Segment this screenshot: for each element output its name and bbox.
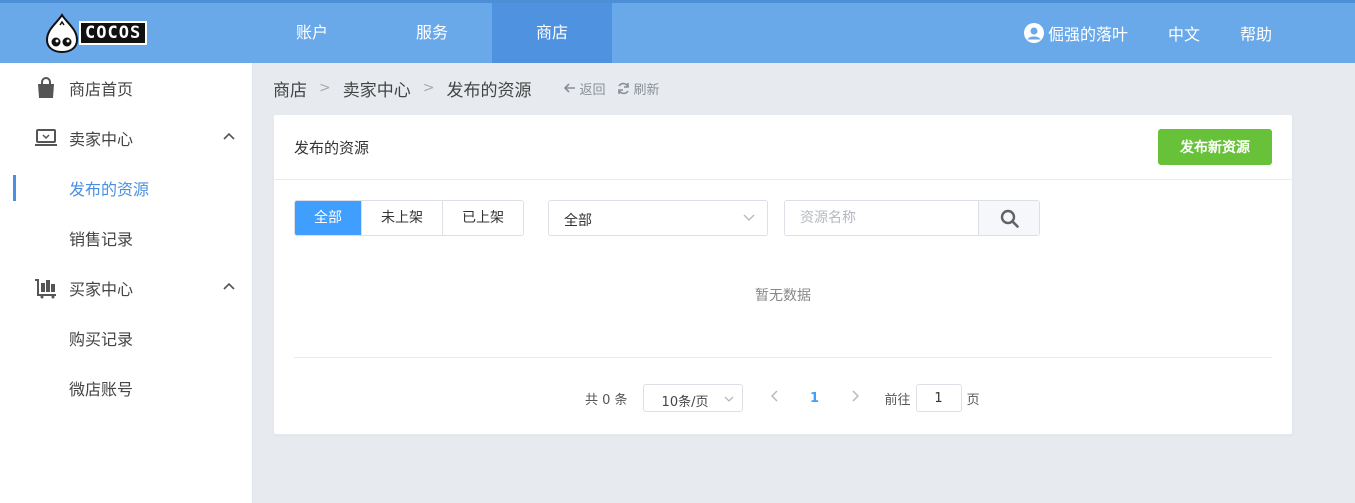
search-button[interactable] (978, 201, 1039, 235)
sidebar-item-published-resources[interactable]: 发布的资源 (0, 163, 253, 213)
chevron-down-icon (743, 214, 755, 221)
chevron-right-icon (852, 390, 859, 402)
page-unit-label: 页 (966, 392, 980, 408)
sidebar: 商店首页 卖家中心 发布的资源 销售记录 买家中心 购买记录 微店账号 (0, 63, 253, 503)
nav-services[interactable]: 服务 (372, 3, 492, 63)
arrow-left-icon (564, 83, 576, 93)
pagination: 共 0 条 10条/页 1 前往 页 (585, 383, 980, 413)
cocos-logo[interactable]: COCOS (45, 9, 148, 57)
user-name: 倔强的落叶 (1047, 25, 1128, 44)
shopping-bag-icon (38, 77, 54, 98)
search-input[interactable] (785, 201, 978, 235)
sidebar-item-seller-center[interactable]: 卖家中心 (0, 113, 253, 163)
laptop-icon (35, 129, 57, 146)
next-page-button[interactable] (845, 390, 865, 406)
status-filter-group: 全部 未上架 已上架 (294, 200, 524, 236)
sidebar-item-purchase-records[interactable]: 购买记录 (0, 313, 253, 363)
back-button[interactable]: 返回 (563, 79, 605, 98)
filter-all[interactable]: 全部 (295, 201, 362, 235)
sidebar-item-label: 买家中心 (69, 280, 134, 299)
goto-page-input[interactable] (915, 384, 962, 412)
refresh-icon (618, 82, 630, 94)
page-number[interactable]: 1 (800, 391, 830, 406)
header-right: 倔强的落叶 中文 帮助 (1023, 3, 1355, 63)
sidebar-item-label: 商店首页 (69, 80, 134, 99)
filter-unlisted[interactable]: 未上架 (362, 201, 443, 235)
search-icon (1000, 209, 1019, 228)
page-size-select[interactable]: 10条/页 (642, 384, 743, 412)
sidebar-item-label: 销售记录 (69, 230, 134, 249)
sidebar-item-buyer-center[interactable]: 买家中心 (0, 263, 253, 313)
top-navbar: COCOS 账户 服务 商店 倔强的落叶 中文 帮助 (0, 0, 1355, 63)
back-label: 返回 (579, 82, 606, 98)
prev-page-button[interactable] (765, 390, 785, 406)
cocos-mascot-icon (45, 13, 79, 53)
sidebar-item-label: 发布的资源 (69, 180, 150, 199)
search-box (784, 200, 1040, 236)
breadcrumb-store[interactable]: 商店 (273, 76, 307, 101)
card-header: 发布的资源 发布新资源 (274, 115, 1292, 180)
language-switch[interactable]: 中文 (1168, 21, 1200, 45)
chevron-up-icon (223, 132, 235, 140)
nav-account[interactable]: 账户 (252, 3, 372, 63)
sidebar-item-microstore-account[interactable]: 微店账号 (0, 363, 253, 413)
divider (294, 357, 1272, 358)
chevron-right-icon: > (319, 80, 331, 96)
chevron-right-icon: > (422, 80, 435, 96)
card-title: 发布的资源 (294, 139, 370, 157)
publish-new-resource-button[interactable]: 发布新资源 (1158, 129, 1272, 165)
logo-text: COCOS (79, 21, 148, 45)
breadcrumb: 商店 > 卖家中心 > 发布的资源 返回 刷新 (273, 75, 660, 101)
category-select[interactable]: 全部 (548, 200, 768, 236)
goto-label: 前往 (884, 392, 911, 408)
user-avatar-icon (1023, 23, 1044, 43)
sidebar-item-store-home[interactable]: 商店首页 (0, 63, 253, 113)
pagination-total: 共 0 条 (585, 392, 628, 408)
sidebar-item-sales-records[interactable]: 销售记录 (0, 213, 253, 263)
main-nav: 账户 服务 商店 (252, 3, 612, 63)
filter-listed[interactable]: 已上架 (443, 201, 523, 235)
refresh-button[interactable]: 刷新 (617, 79, 660, 98)
page-size-value: 10条/页 (661, 395, 709, 410)
breadcrumb-seller-center[interactable]: 卖家中心 (343, 76, 411, 101)
refresh-label: 刷新 (633, 82, 660, 98)
sidebar-item-label: 微店账号 (69, 380, 134, 399)
chevron-down-icon (724, 396, 734, 402)
chevron-up-icon (223, 282, 235, 290)
user-menu[interactable]: 倔强的落叶 (1023, 21, 1128, 45)
sidebar-item-label: 卖家中心 (69, 130, 134, 149)
nav-store[interactable]: 商店 (492, 3, 612, 63)
breadcrumb-current: 发布的资源 (446, 80, 532, 101)
help-link[interactable]: 帮助 (1240, 21, 1272, 45)
cart-icon (35, 279, 56, 299)
chevron-left-icon (770, 390, 778, 402)
select-value: 全部 (564, 213, 592, 229)
empty-state-text: 暂无数据 (755, 288, 811, 304)
sidebar-item-label: 购买记录 (69, 330, 134, 349)
resources-card: 发布的资源 发布新资源 全部 未上架 已上架 全部 暂无数据 共 0 条 10条… (273, 114, 1293, 435)
